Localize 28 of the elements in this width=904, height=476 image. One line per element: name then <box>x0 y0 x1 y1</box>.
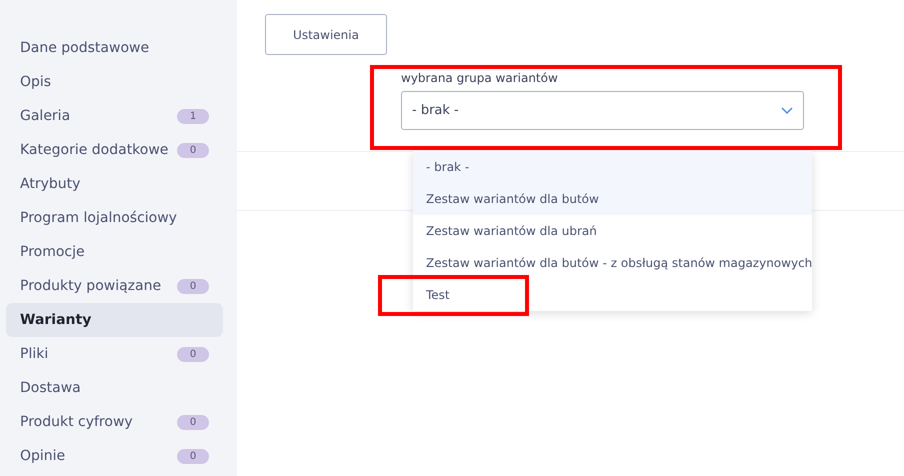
sidebar-item[interactable]: Produkty powiązane 0 <box>6 269 223 303</box>
count-badge: 0 <box>177 414 209 430</box>
sidebar-item[interactable]: Dane podstawowe <box>6 31 223 65</box>
select-field[interactable]: - brak - <box>401 91 804 130</box>
sidebar-item[interactable]: Promocje <box>6 235 223 269</box>
sidebar-item[interactable]: Dostawa <box>6 371 223 405</box>
sidebar-item[interactable]: Kategorie dodatkowe 0 <box>6 133 223 167</box>
sidebar-item[interactable]: Pliki 0 <box>6 337 223 371</box>
sidebar-item[interactable]: Program lojalnościowy <box>6 201 223 235</box>
count-badge: 0 <box>177 142 209 158</box>
field-label: wybrana grupa wariantów <box>401 71 559 85</box>
dropdown-option[interactable]: Zestaw wariantów dla butów <box>413 183 812 215</box>
sidebar-item[interactable]: Opinie 0 <box>6 439 223 473</box>
dropdown-option[interactable]: Zestaw wariantów dla ubrań <box>413 215 812 247</box>
sidebar-item[interactable]: Atrybuty <box>6 167 223 201</box>
sidebar-item[interactable]: Opis <box>6 65 223 99</box>
dropdown-option[interactable]: Zestaw wariantów dla butów - z obsługą stanów magazynowych <box>413 247 812 279</box>
sidebar-item[interactable]: Galeria 1 <box>6 99 223 133</box>
count-badge: 0 <box>177 346 209 362</box>
settings-button[interactable]: Ustawienia <box>265 14 387 55</box>
sidebar-item[interactable]: Warianty <box>6 303 223 337</box>
count-badge: 0 <box>177 448 209 464</box>
sidebar-item[interactable]: Produkt cyfrowy 0 <box>6 405 223 439</box>
dropdown-option[interactable]: Test <box>413 279 812 311</box>
count-badge: 0 <box>177 278 209 294</box>
chevron-down-icon <box>781 106 793 114</box>
count-badge: 1 <box>177 108 209 124</box>
dropdown-option[interactable]: - brak - <box>413 151 812 183</box>
